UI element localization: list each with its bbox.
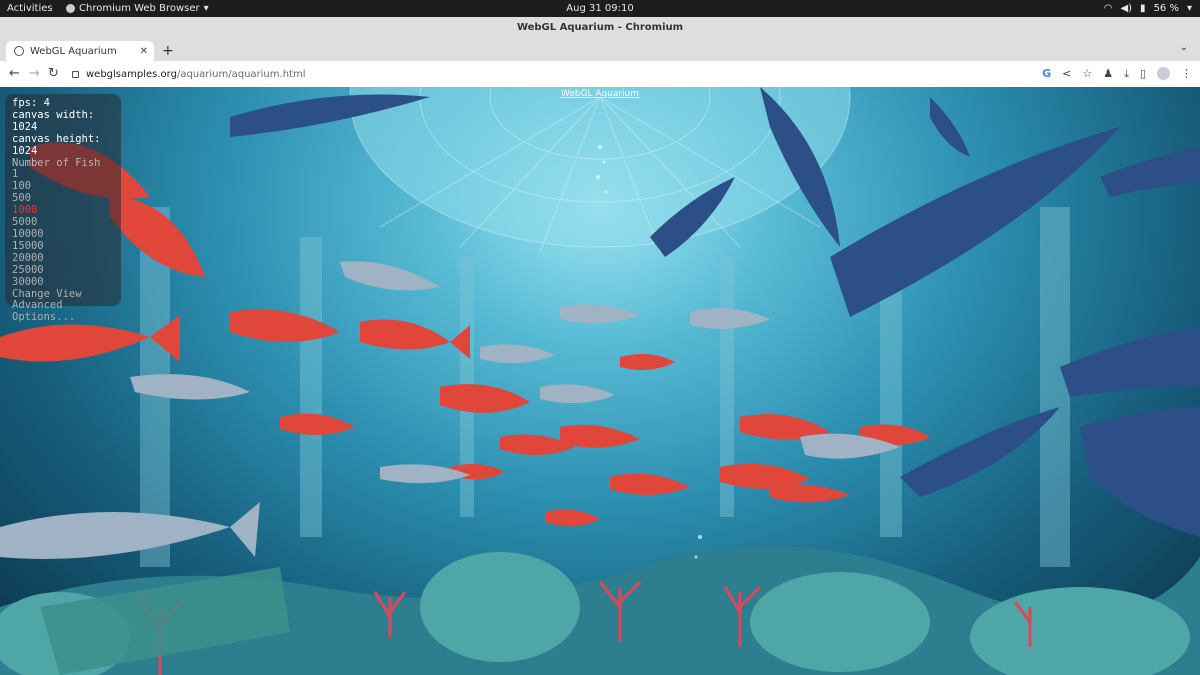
- browser-toolbar: ← → ↻ webglsamples.org/aquarium/aquarium…: [0, 61, 1200, 88]
- fish-option-20000[interactable]: 20000: [12, 252, 114, 265]
- sidepanel-icon[interactable]: ▯: [1140, 61, 1146, 87]
- silver-fish-school: [0, 261, 900, 559]
- star-icon[interactable]: ☆: [1082, 61, 1092, 87]
- battery-percentage: 56 %: [1153, 3, 1179, 14]
- google-icon[interactable]: G: [1042, 61, 1051, 87]
- hud-panel: fps: 4 canvas width: 1024 canvas height:…: [5, 94, 121, 323]
- close-icon[interactable]: ✕: [140, 46, 148, 57]
- url-host: webglsamples.org: [86, 68, 177, 80]
- download-icon[interactable]: ⤓: [1124, 61, 1129, 87]
- aquarium-canvas[interactable]: WebGL Aquarium fps: 4 canvas width: 1024…: [0, 87, 1200, 675]
- system-tray[interactable]: ◠ ◀) ▮ 56 % ▾: [1104, 0, 1192, 17]
- address-bar[interactable]: webglsamples.org/aquarium/aquarium.html: [68, 64, 1028, 84]
- page-title-link[interactable]: WebGL Aquarium: [0, 89, 1200, 99]
- forward-icon[interactable]: →: [29, 61, 40, 87]
- options-button[interactable]: Options...: [12, 311, 114, 324]
- menu-icon[interactable]: ⋮: [1181, 61, 1192, 87]
- canvas-height-readout: canvas height: 1024: [12, 132, 101, 157]
- extension-icon[interactable]: ♟: [1103, 61, 1113, 87]
- profile-icon[interactable]: [1157, 67, 1170, 80]
- canvas-width-readout: canvas width: 1024: [12, 108, 95, 133]
- tab-webgl-aquarium[interactable]: WebGL Aquarium ✕: [6, 41, 154, 61]
- lock-icon[interactable]: [72, 70, 79, 78]
- share-icon[interactable]: <: [1062, 61, 1071, 87]
- back-icon[interactable]: ←: [9, 61, 20, 87]
- url-path: /aquarium/aquarium.html: [176, 68, 306, 80]
- clock[interactable]: Aug 31 09:10: [0, 0, 1200, 17]
- window-title: WebGL Aquarium - Chromium: [516, 22, 684, 33]
- wifi-icon: ◠: [1103, 3, 1113, 14]
- fish-option-30000[interactable]: 30000: [12, 276, 114, 289]
- number-of-fish-label: Number of Fish: [12, 156, 101, 169]
- system-top-bar: Activities Chromium Web Browser ▾ Aug 31…: [0, 0, 1200, 17]
- reload-icon[interactable]: ↻: [48, 61, 59, 87]
- battery-icon: ▮: [1140, 3, 1146, 14]
- plus-icon[interactable]: +: [162, 41, 174, 61]
- globe-icon: [14, 46, 24, 56]
- tab-title: WebGL Aquarium: [30, 45, 117, 57]
- tab-strip: WebGL Aquarium ✕ + ⌄: [0, 39, 1200, 61]
- volume-icon: ◀): [1120, 3, 1133, 14]
- window-title-bar: WebGL Aquarium - Chromium: [0, 17, 1200, 40]
- chevron-down-icon: ▾: [1186, 3, 1192, 14]
- tab-search-chevron-icon[interactable]: ⌄: [1180, 42, 1188, 53]
- fish-option-15000[interactable]: 15000: [12, 240, 114, 253]
- fish-option-25000[interactable]: 25000: [12, 264, 114, 277]
- aquarium-scene: [0, 87, 1200, 675]
- toolbar-icons: G < ☆ ♟ ⤓ ▯ ⋮: [1042, 61, 1192, 87]
